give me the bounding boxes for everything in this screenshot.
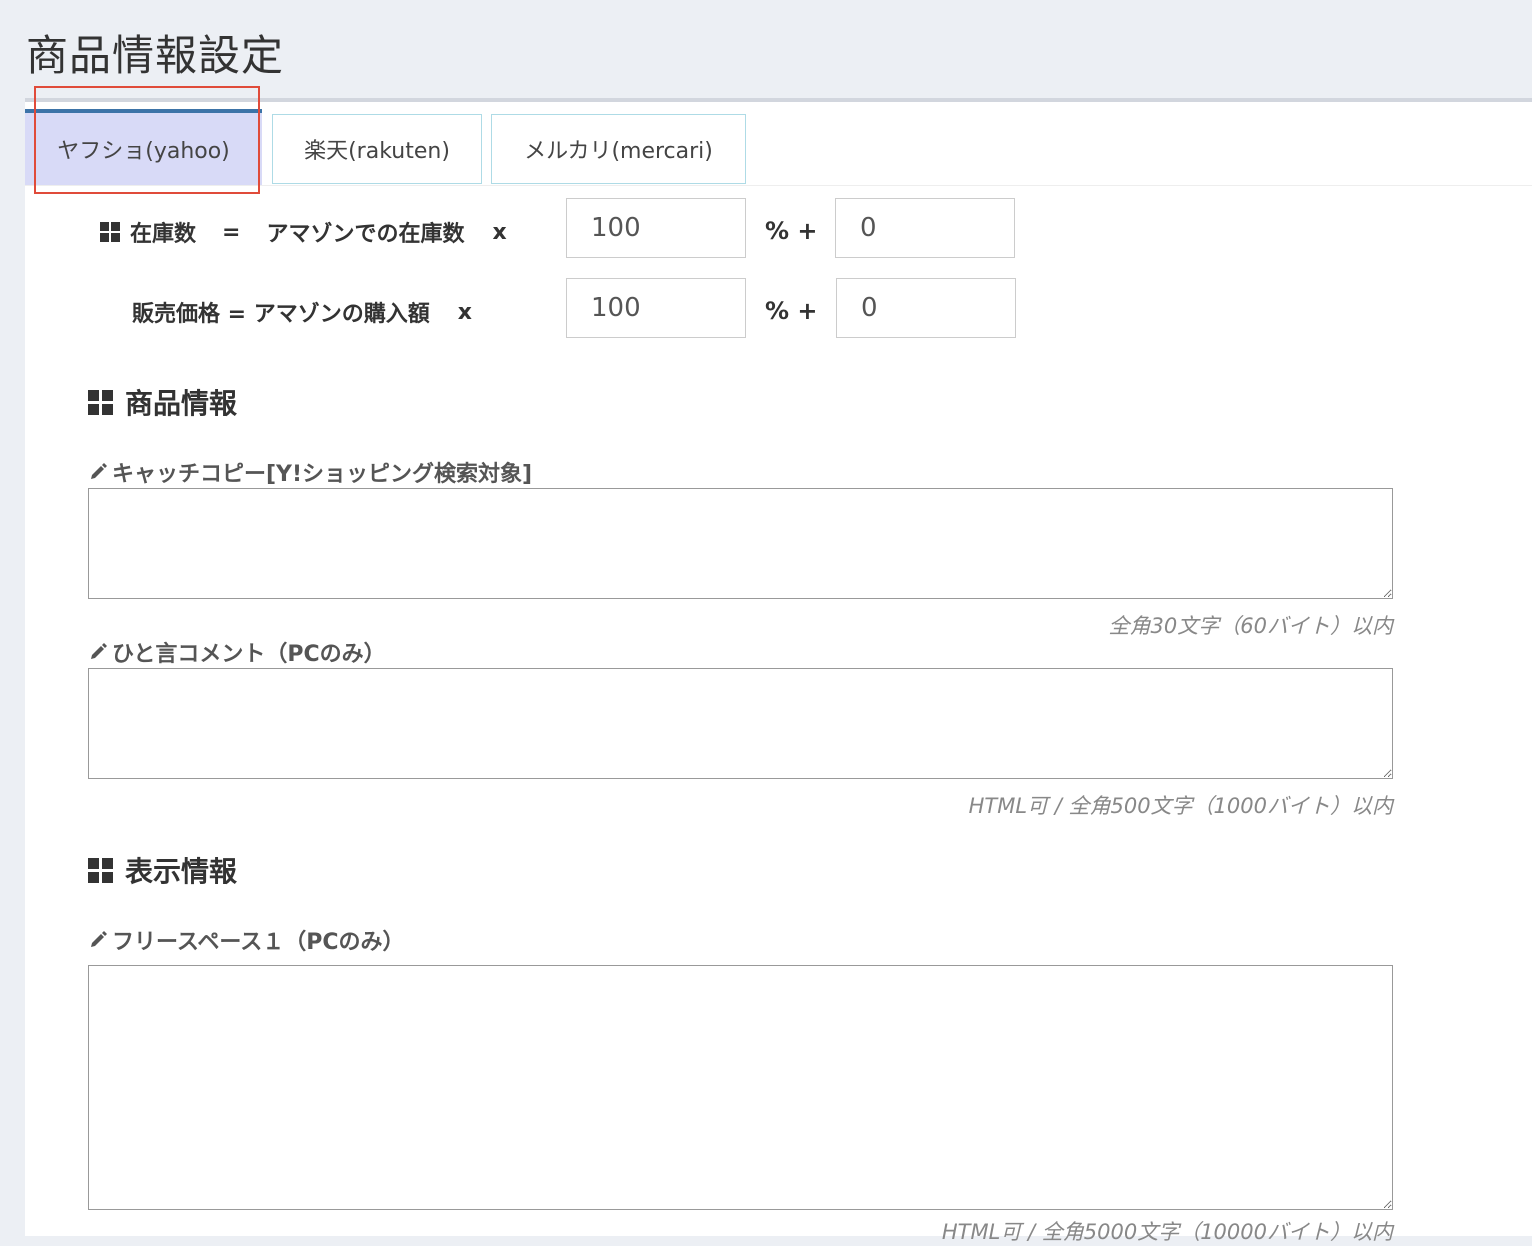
price-formula: 販売価格 = アマゾンの購入額 x bbox=[132, 296, 472, 328]
section-title: 商品情報 bbox=[125, 387, 238, 420]
pencil-icon bbox=[91, 643, 107, 659]
grid-icon bbox=[88, 857, 113, 883]
grid-icon bbox=[100, 222, 120, 242]
comment-hint: HTML可 / 全角500文字（1000バイト）以内 bbox=[968, 794, 1393, 818]
free-space-1-hint: HTML可 / 全角5000文字（10000バイト）以内 bbox=[941, 1220, 1393, 1244]
platform-tabs: ヤフショ(yahoo) 楽天(rakuten) メルカリ(mercari) bbox=[25, 109, 1532, 186]
tab-mercari[interactable]: メルカリ(mercari) bbox=[491, 114, 746, 184]
display-info-heading: 表示情報 bbox=[88, 850, 237, 890]
pencil-icon bbox=[91, 931, 107, 947]
free-space-1-textarea[interactable] bbox=[88, 965, 1393, 1210]
price-formula-label: 販売価格 = アマゾンの購入額 bbox=[132, 302, 430, 327]
comment-label: ひと言コメント（PCのみ） bbox=[88, 636, 386, 668]
field-label-text: キャッチコピー[Y!ショッピング検索対象] bbox=[112, 462, 533, 487]
stock-percent-input[interactable] bbox=[566, 198, 746, 258]
pencil-icon bbox=[91, 463, 107, 479]
equals-sign: = bbox=[222, 219, 241, 245]
catch-copy-hint: 全角30文字（60バイト）以内 bbox=[1108, 614, 1393, 638]
page-title: 商品情報設定 bbox=[26, 31, 285, 80]
field-label-text: ひと言コメント（PCのみ） bbox=[112, 642, 386, 667]
section-title: 表示情報 bbox=[125, 855, 238, 888]
price-percent-plus: % + bbox=[765, 297, 818, 325]
stock-add-input[interactable] bbox=[835, 198, 1015, 258]
price-percent-input[interactable] bbox=[566, 278, 746, 338]
multiply-sign: x bbox=[492, 219, 507, 245]
tab-yahoo[interactable]: ヤフショ(yahoo) bbox=[25, 109, 262, 185]
stock-label: 在庫数 bbox=[130, 222, 197, 247]
stock-percent-plus: % + bbox=[765, 217, 818, 245]
amazon-stock-label: アマゾンでの在庫数 bbox=[266, 222, 465, 247]
stock-formula: 在庫数 = アマゾンでの在庫数 x bbox=[100, 216, 507, 248]
catch-copy-label: キャッチコピー[Y!ショッピング検索対象] bbox=[88, 456, 532, 488]
comment-textarea[interactable] bbox=[88, 668, 1393, 779]
multiply-sign: x bbox=[457, 299, 472, 325]
field-label-text: フリースペース１（PCのみ） bbox=[112, 930, 405, 955]
product-info-heading: 商品情報 bbox=[88, 382, 237, 422]
tab-rakuten[interactable]: 楽天(rakuten) bbox=[272, 114, 482, 184]
free-space-1-label: フリースペース１（PCのみ） bbox=[88, 924, 405, 956]
catch-copy-textarea[interactable] bbox=[88, 488, 1393, 599]
grid-icon bbox=[88, 389, 113, 415]
price-add-input[interactable] bbox=[836, 278, 1016, 338]
